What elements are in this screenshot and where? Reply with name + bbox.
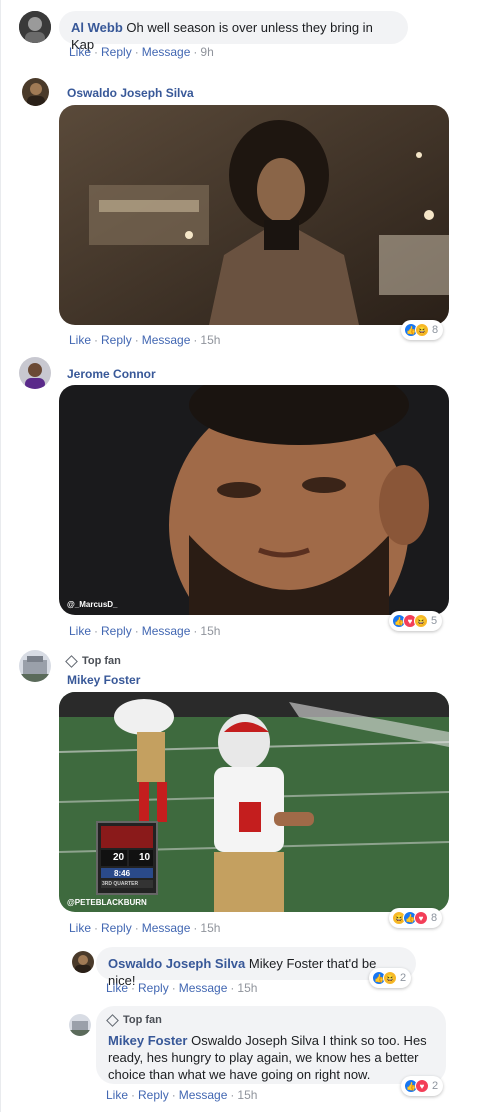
reply-author[interactable]: Mikey Foster <box>108 1033 187 1048</box>
reply-link[interactable]: Reply <box>101 333 132 347</box>
reply-link[interactable]: Reply <box>101 45 132 59</box>
comment-bubble: Al Webb Oh well season is over unless th… <box>59 11 408 52</box>
top-fan-badge: Top fan <box>65 654 121 668</box>
like-link[interactable]: Like <box>106 981 128 995</box>
haha-icon: 😆 <box>383 971 397 985</box>
comment-author[interactable]: Mikey Foster <box>67 673 140 687</box>
message-link[interactable]: Message <box>142 624 191 638</box>
score-left: 20 <box>113 852 125 863</box>
haha-icon: 😆 <box>415 323 429 337</box>
diamond-icon <box>106 1014 119 1027</box>
message-link[interactable]: Message <box>179 1088 228 1102</box>
comment-author[interactable]: Oswaldo Joseph Silva <box>67 86 194 100</box>
reaction-count: 2 <box>400 972 407 984</box>
gif-watermark: @PETEBLACKBURN <box>67 898 147 907</box>
like-link[interactable]: Like <box>69 921 91 935</box>
reply-link[interactable]: Reply <box>101 921 132 935</box>
gif-image[interactable]: 20 10 8:46 3RD QUARTER @PETEBLACKBURN <box>59 692 449 912</box>
love-icon: ♥ <box>415 1079 429 1093</box>
like-link[interactable]: Like <box>69 45 91 59</box>
message-link[interactable]: Message <box>142 45 191 59</box>
comment-time: 15h <box>200 333 221 347</box>
reply-bubble: Oswaldo Joseph Silva Mikey Foster that'd… <box>96 947 416 988</box>
like-link[interactable]: Like <box>106 1088 128 1102</box>
message-link[interactable]: Message <box>142 921 191 935</box>
game-period: 3RD QUARTER <box>102 881 139 887</box>
reaction-summary[interactable]: 👍 ♥ 2 <box>401 1076 444 1096</box>
gif-image[interactable] <box>59 105 449 325</box>
comment-actions: Like · Reply · Message · 15h <box>69 624 221 638</box>
diamond-icon <box>65 654 78 668</box>
avatar[interactable] <box>19 650 51 682</box>
comment-time: 9h <box>200 45 214 59</box>
game-clock: 8:46 <box>114 869 131 878</box>
reply-author[interactable]: Oswaldo Joseph Silva <box>108 956 245 971</box>
comment-actions: Like · Reply · Message · 15h <box>69 921 221 935</box>
love-icon: ♥ <box>414 911 428 925</box>
reaction-count: 5 <box>431 615 438 627</box>
reaction-count: 8 <box>431 912 438 924</box>
reply-link[interactable]: Reply <box>101 624 132 638</box>
like-link[interactable]: Like <box>69 624 91 638</box>
reaction-summary[interactable]: 😆 👍 ♥ 8 <box>389 908 443 928</box>
reply-bubble: Top fan Mikey Foster Oswaldo Joseph Silv… <box>96 1006 446 1084</box>
message-link[interactable]: Message <box>179 981 228 995</box>
comment-author[interactable]: Al Webb <box>71 20 123 35</box>
comment-actions: Like · Reply · Message · 9h <box>69 45 214 59</box>
reply-link[interactable]: Reply <box>138 981 169 995</box>
haha-icon: 😆 <box>414 614 428 628</box>
reaction-summary[interactable]: 👍 😆 8 <box>401 320 444 340</box>
comment-time: 15h <box>200 624 221 638</box>
reaction-count: 2 <box>432 1080 439 1092</box>
reaction-summary[interactable]: 👍 😆 2 <box>369 968 412 988</box>
gif-image[interactable]: @_MarcusD_ <box>59 385 449 615</box>
comment-time: 15h <box>200 921 221 935</box>
avatar[interactable] <box>69 1014 91 1036</box>
reaction-count: 8 <box>432 324 439 336</box>
like-link[interactable]: Like <box>69 333 91 347</box>
avatar[interactable] <box>72 951 94 973</box>
reply-link[interactable]: Reply <box>138 1088 169 1102</box>
avatar[interactable] <box>22 78 49 106</box>
reaction-summary[interactable]: 👍 ♥ 😆 5 <box>389 611 443 631</box>
comment-author[interactable]: Jerome Connor <box>67 367 156 381</box>
message-link[interactable]: Message <box>142 333 191 347</box>
comment-actions: Like · Reply · Message · 15h <box>69 333 221 347</box>
reply-time: 15h <box>237 1088 258 1102</box>
reply-actions: Like · Reply · Message · 15h <box>106 981 258 995</box>
score-right: 10 <box>139 852 151 863</box>
avatar[interactable] <box>19 11 51 43</box>
gif-watermark: @_MarcusD_ <box>67 600 118 609</box>
reply-time: 15h <box>237 981 258 995</box>
left-border <box>0 0 1 1112</box>
avatar[interactable] <box>19 357 51 389</box>
reply-actions: Like · Reply · Message · 15h <box>106 1088 258 1102</box>
top-fan-badge: Top fan <box>106 1012 434 1029</box>
